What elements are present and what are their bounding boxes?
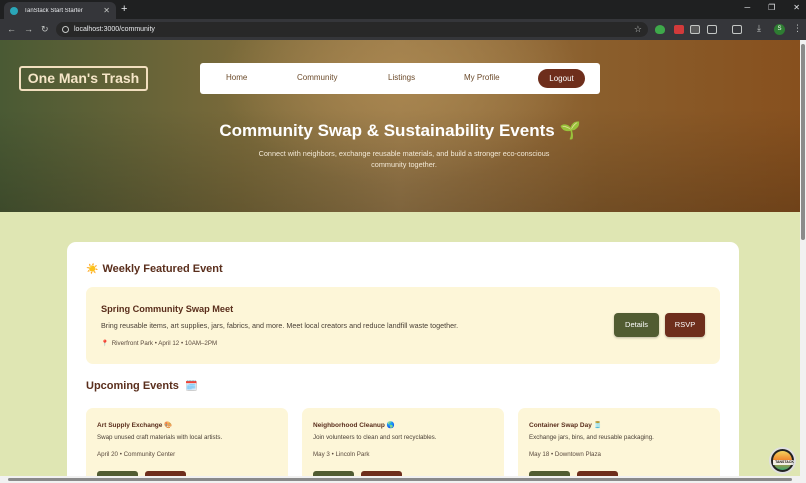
back-icon[interactable]: ← [7,24,16,34]
shield-extension-icon[interactable] [655,25,665,34]
hero-banner: One Man's Trash Home Community Listings … [0,40,800,212]
event-title: Container Swap Day 🫙 [529,421,602,429]
tanstack-logo-icon: TANSTACK [773,451,794,470]
address-bar[interactable]: localhost:3000/community ☆ [56,22,648,37]
screen-extension-icon[interactable] [690,25,700,34]
sprout-icon: 🌱 [559,121,581,140]
featured-event-title: Spring Community Swap Meet [101,304,234,314]
globe-icon: 🌎 [386,422,395,429]
events-card: ☀️ Weekly Featured Event Spring Community… [67,242,739,476]
devtools-label: TANSTACK [773,460,794,465]
minimize-icon[interactable]: ─ [744,3,750,13]
page-subtitle: Connect with neighbors, exchange reusabl… [258,149,550,169]
tab-title: TanStack Start Starter [24,7,83,14]
upcoming-heading: Upcoming Events 🗓️ [86,379,201,394]
site-info-icon[interactable] [62,26,69,33]
event-title-text: Art Supply Exchange [97,422,163,429]
close-window-icon[interactable]: ✕ [793,3,800,13]
featured-heading: ☀️ Weekly Featured Event [86,262,223,277]
download-icon[interactable]: ⤓ [757,24,767,33]
featured-event: Spring Community Swap Meet Bring reusabl… [86,287,720,364]
reload-icon[interactable]: ↻ [41,24,49,34]
event-title: Art Supply Exchange 🎨 [97,421,172,429]
vertical-scroll-thumb[interactable] [801,44,805,240]
event-card[interactable]: Art Supply Exchange 🎨 Swap unused craft … [86,408,288,476]
browser-toolbar: ← → ↻ localhost:3000/community ☆ ⤓ S ⋮ [0,19,806,40]
browser-menu-icon[interactable]: ⋮ [793,23,802,33]
event-description: Join volunteers to clean and sort recycl… [313,434,437,441]
sun-icon: ☀️ [86,264,99,275]
event-title: Neighborhood Cleanup 🌎 [313,421,395,429]
tanstack-devtools-button[interactable]: TANSTACK [769,447,796,474]
profile-avatar[interactable]: S [774,24,785,35]
event-meta: May 3 • Lincoln Park [313,451,370,458]
horizontal-scroll-thumb[interactable] [8,478,792,481]
site-logo[interactable]: One Man's Trash [19,66,148,91]
event-card[interactable]: Neighborhood Cleanup 🌎 Join volunteers t… [302,408,504,476]
page-viewport: One Man's Trash Home Community Listings … [0,40,800,476]
calendar-icon: 🗓️ [184,381,198,392]
nav-home[interactable]: Home [226,73,247,83]
featured-rsvp-button[interactable]: RSVP [665,313,705,337]
new-tab-button[interactable]: + [121,3,127,15]
featured-event-description: Bring reusable items, art supplies, jars… [101,321,459,330]
browser-tab[interactable]: TanStack Start Starter ✕ [4,2,116,19]
nav-my-profile[interactable]: My Profile [464,73,500,83]
url-text[interactable]: localhost:3000/community [74,25,155,34]
featured-event-meta: 📍 Riverfront Park • April 12 • 10AM–2PM [101,339,217,347]
horizontal-scrollbar[interactable] [0,476,806,483]
event-description: Swap unused craft materials with local a… [97,434,223,441]
logout-button[interactable]: Logout [538,69,585,88]
forward-icon[interactable]: → [24,24,33,34]
pin-icon: 📍 [101,340,109,347]
featured-heading-text: Weekly Featured Event [102,263,223,275]
nav-listings[interactable]: Listings [388,73,415,83]
vertical-scrollbar[interactable] [800,40,806,476]
nav-community[interactable]: Community [297,73,337,83]
red-extension-icon[interactable] [674,25,684,34]
browser-tabstrip: TanStack Start Starter ✕ + ─ ❐ ✕ [0,0,806,19]
tanstack-favicon-icon [10,6,18,15]
bookmark-star-icon[interactable]: ☆ [634,24,642,34]
puzzle-extensions-icon[interactable] [707,25,717,34]
featured-event-meta-text: Riverfront Park • April 12 • 10AM–2PM [111,340,218,347]
close-tab-icon[interactable]: ✕ [103,6,110,15]
jar-icon: 🫙 [593,422,602,429]
upcoming-heading-text: Upcoming Events [86,380,179,392]
restore-icon[interactable]: ❐ [768,3,775,13]
page-title-text: Community Swap & Sustainability Events [219,121,555,140]
event-meta: May 18 • Downtown Plaza [529,451,601,458]
window-controls: ─ ❐ ✕ [744,3,800,13]
palette-icon: 🎨 [164,422,173,429]
event-title-text: Container Swap Day [529,422,592,429]
event-description: Exchange jars, bins, and reusable packag… [529,434,654,441]
page-title: Community Swap & Sustainability Events 🌱 [0,120,800,142]
main-nav: Home Community Listings My Profile Logou… [200,63,600,94]
event-title-text: Neighborhood Cleanup [313,422,385,429]
featured-details-button[interactable]: Details [614,313,659,337]
event-card[interactable]: Container Swap Day 🫙 Exchange jars, bins… [518,408,720,476]
side-panel-icon[interactable] [732,25,742,34]
event-meta: April 20 • Community Center [97,451,176,458]
